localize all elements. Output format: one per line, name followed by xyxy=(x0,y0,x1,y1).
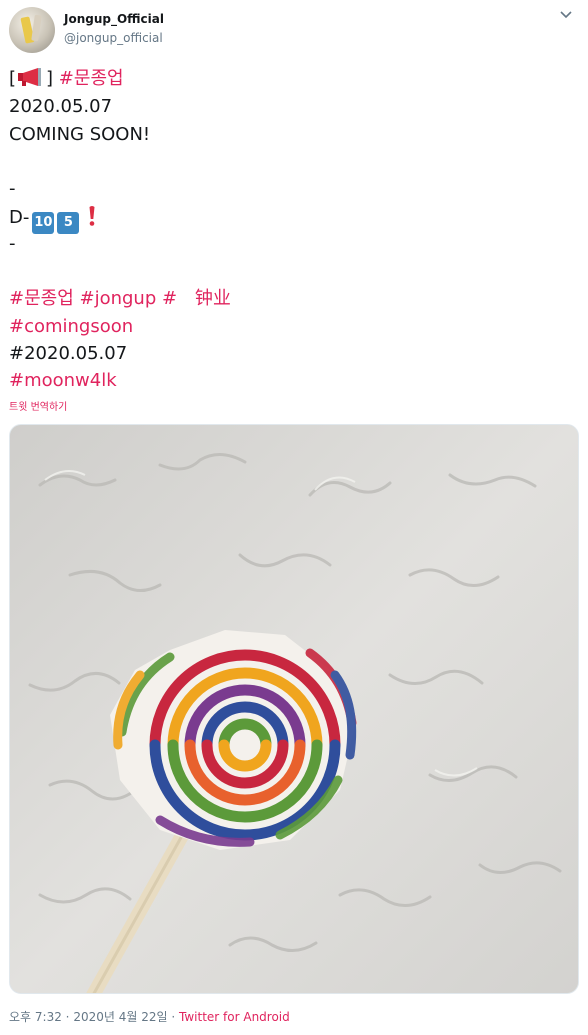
hashtag-link[interactable]: #moonw4lk xyxy=(9,369,117,393)
tweet-line-2: 2020.05.07 xyxy=(9,96,113,117)
hashtag-link[interactable]: #문종업 xyxy=(59,68,124,89)
tweet-footer: 오후 7:32 · 2020년 4월 22일 · Twitter for And… xyxy=(9,1008,290,1025)
hashtag-cjk-link[interactable]: 钟业 xyxy=(195,288,231,309)
tweet-line-dday: D- 10 5 xyxy=(9,205,97,234)
hashtag-link[interactable]: #comingsoon xyxy=(9,315,133,339)
tweet-line-dash-2: - xyxy=(9,233,16,254)
keycap-10-icon: 10 xyxy=(32,212,55,234)
tweet-date-tag: #2020.05.07 xyxy=(9,343,128,364)
red-exclamation-icon xyxy=(87,205,97,227)
user-handle[interactable]: @jongup_official xyxy=(64,31,163,45)
tweet-header: Jongup_Official @jongup_official xyxy=(0,0,588,60)
hashtag-link[interactable]: # xyxy=(162,288,177,309)
bracket-open: [ xyxy=(9,68,17,89)
hashtag-link[interactable]: #문종업 xyxy=(9,288,74,309)
tweet-time: 오후 7:32 xyxy=(9,1010,62,1024)
tweet-source-link[interactable]: Twitter for Android xyxy=(179,1010,290,1024)
bracket-close: ] xyxy=(46,68,54,89)
footer-separator: · xyxy=(171,1010,176,1024)
avatar[interactable] xyxy=(9,7,55,53)
translate-tweet-link[interactable]: 트윗 번역하기 xyxy=(9,398,67,413)
tweet-line-1: [ ] #문종업 xyxy=(9,67,124,91)
tweet-photo[interactable] xyxy=(9,424,579,994)
dday-prefix: D- xyxy=(9,207,30,228)
tweet-line-3: COMING SOON! xyxy=(9,124,151,145)
footer-separator: · xyxy=(65,1010,70,1024)
tweet-date: 2020년 4월 22일 xyxy=(73,1010,168,1024)
display-name[interactable]: Jongup_Official xyxy=(64,12,164,26)
tweet-hashtags-row-1: #문종업 #jongup # 钟业 xyxy=(9,287,231,311)
hashtag-link[interactable]: #jongup xyxy=(80,288,157,309)
megaphone-icon xyxy=(16,67,46,87)
tweet-line-dash-1: - xyxy=(9,178,16,199)
keycap-5-icon: 5 xyxy=(57,212,80,234)
chevron-down-icon[interactable] xyxy=(555,6,577,24)
